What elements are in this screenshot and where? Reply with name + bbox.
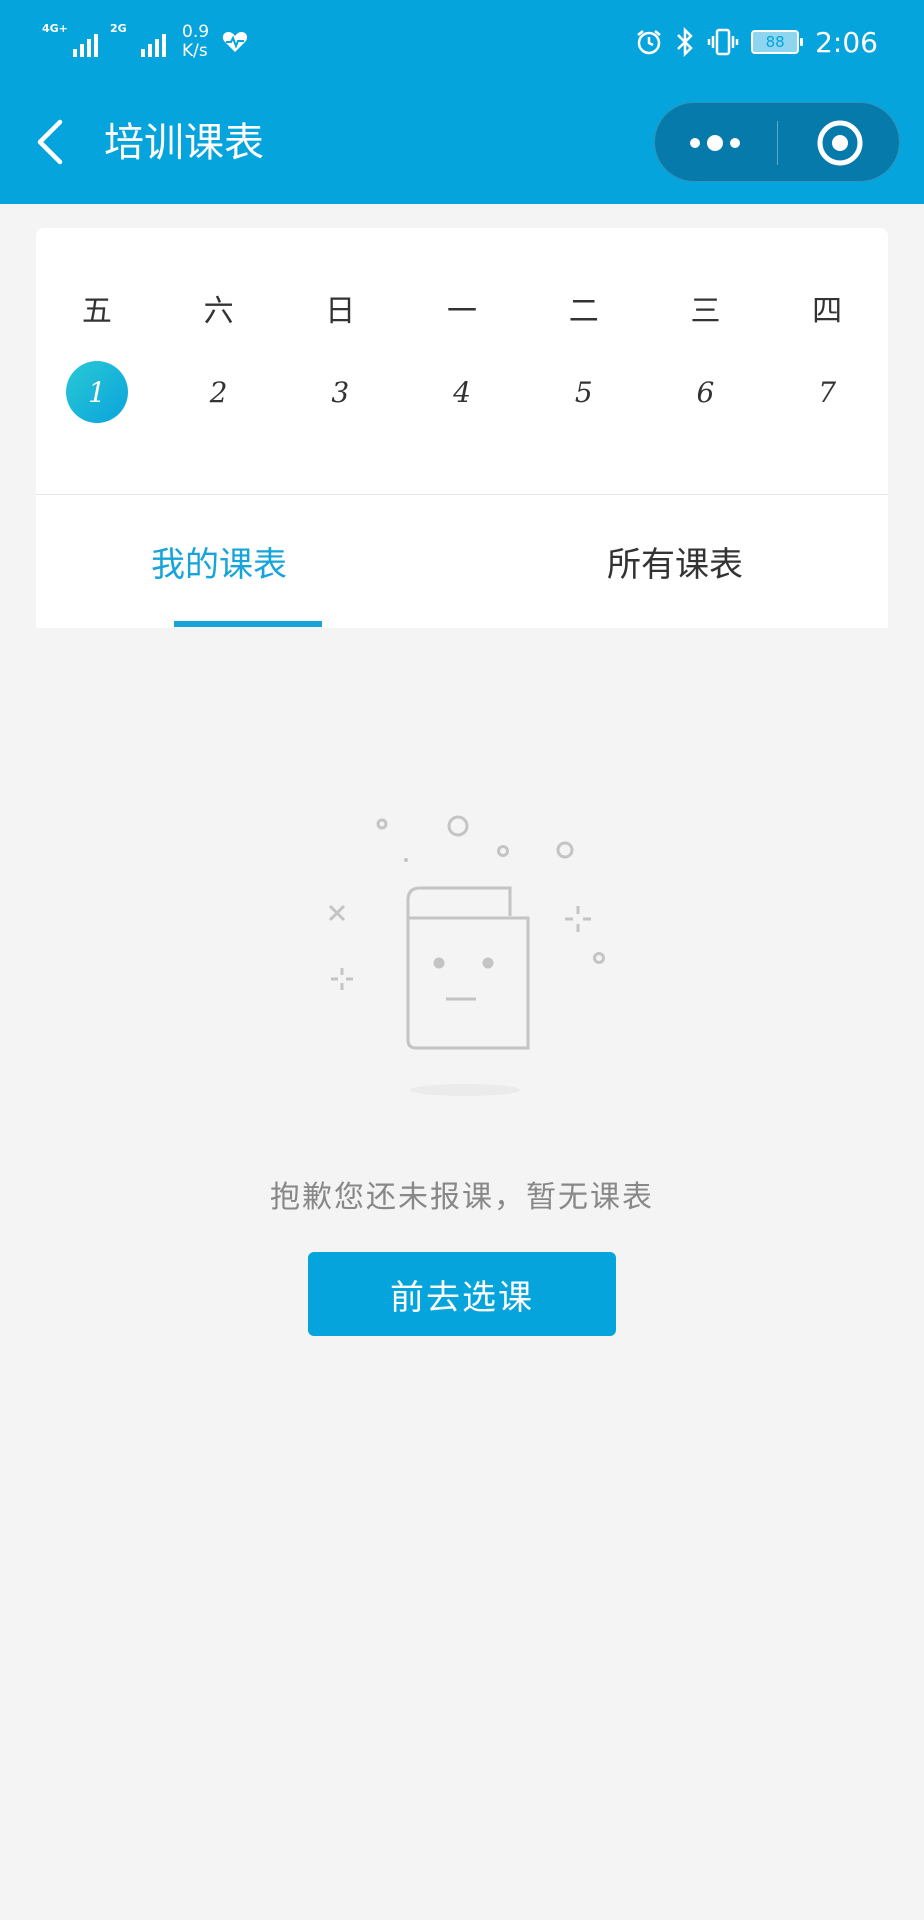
clock: 2:06 xyxy=(815,25,878,59)
header: 4G+ 2G 0.9 K/s 88 2:06 培训课表 xyxy=(0,0,924,204)
date-cell[interactable]: 4 xyxy=(401,360,523,424)
speed-value: 0.9 xyxy=(182,22,210,42)
schedule-tabs: 我的课表 所有课表 xyxy=(36,495,888,628)
weekday-cell: 六 xyxy=(158,284,280,332)
weekday-cell: 日 xyxy=(279,284,401,332)
weekday-label: 五 xyxy=(81,294,112,329)
go-select-course-button[interactable]: 前去选课 xyxy=(308,1252,616,1336)
page-title: 培训课表 xyxy=(104,120,264,166)
date-cell[interactable]: 3 xyxy=(279,360,401,424)
weekday-label: 二 xyxy=(568,294,599,329)
status-left: 4G+ 2G 0.9 K/s xyxy=(42,18,249,66)
capsule-divider xyxy=(777,121,778,165)
weekday-label: 六 xyxy=(203,294,234,329)
alarm-icon xyxy=(637,30,661,55)
date-label[interactable]: 3 xyxy=(331,376,349,409)
speed-unit: K/s xyxy=(182,41,208,61)
date-cell[interactable]: 7 xyxy=(766,360,888,424)
weekday-label: 三 xyxy=(690,294,721,329)
empty-book-icon xyxy=(328,815,605,1096)
weekday-label: 四 xyxy=(812,294,843,329)
empty-state-message: 抱歉您还未报课，暂无课表 xyxy=(270,1180,654,1215)
vibrate-icon xyxy=(707,28,739,56)
date-label[interactable]: 5 xyxy=(575,376,593,409)
active-tab-indicator xyxy=(174,621,322,627)
date-selected[interactable]: 1 xyxy=(65,361,128,423)
weekday-cell: 三 xyxy=(645,284,767,332)
network-speed: 0.9 K/s xyxy=(182,23,209,61)
signal-icon xyxy=(73,34,98,57)
chevron-left-icon[interactable] xyxy=(30,116,74,168)
weekday-cell: 五 xyxy=(36,284,158,332)
date-label[interactable]: 6 xyxy=(697,376,715,409)
network-label-2g: 2G xyxy=(110,22,127,35)
weekday-row: 五 六 日 一 二 三 四 xyxy=(36,284,888,332)
date-label[interactable]: 2 xyxy=(210,376,228,409)
more-dots-icon[interactable] xyxy=(655,103,777,183)
date-cell[interactable]: 1 xyxy=(36,360,158,424)
date-cell[interactable]: 2 xyxy=(158,360,280,424)
heart-rate-icon xyxy=(222,32,248,52)
target-icon[interactable] xyxy=(779,103,901,183)
date-row: 1 2 3 4 5 6 7 xyxy=(36,360,888,424)
calendar-card: 五 六 日 一 二 三 四 1 2 3 4 5 6 7 我的课表 所有课表 xyxy=(36,228,888,628)
nav-bar: 培训课表 xyxy=(0,82,924,204)
battery-icon: 88 xyxy=(751,30,804,54)
capsule-menu xyxy=(654,102,900,182)
weekday-label: 一 xyxy=(447,294,478,329)
signal-2g: 2G xyxy=(110,23,166,61)
tab-all-schedules[interactable]: 所有课表 xyxy=(462,495,888,628)
signal-icon xyxy=(141,34,166,57)
bluetooth-icon xyxy=(677,27,693,57)
status-bar: 4G+ 2G 0.9 K/s 88 2:06 xyxy=(0,0,924,82)
signal-4g: 4G+ xyxy=(42,23,98,61)
status-right: 88 2:06 xyxy=(635,18,878,66)
weekday-cell: 二 xyxy=(523,284,645,332)
date-cell[interactable]: 6 xyxy=(645,360,767,424)
weekday-cell: 四 xyxy=(766,284,888,332)
weekday-label: 日 xyxy=(325,294,356,329)
tab-my-schedule[interactable]: 我的课表 xyxy=(36,495,462,628)
network-label-4g: 4G+ xyxy=(42,22,68,35)
date-label[interactable]: 7 xyxy=(818,376,836,409)
date-label[interactable]: 4 xyxy=(453,376,471,409)
date-cell[interactable]: 5 xyxy=(523,360,645,424)
weekday-cell: 一 xyxy=(401,284,523,332)
